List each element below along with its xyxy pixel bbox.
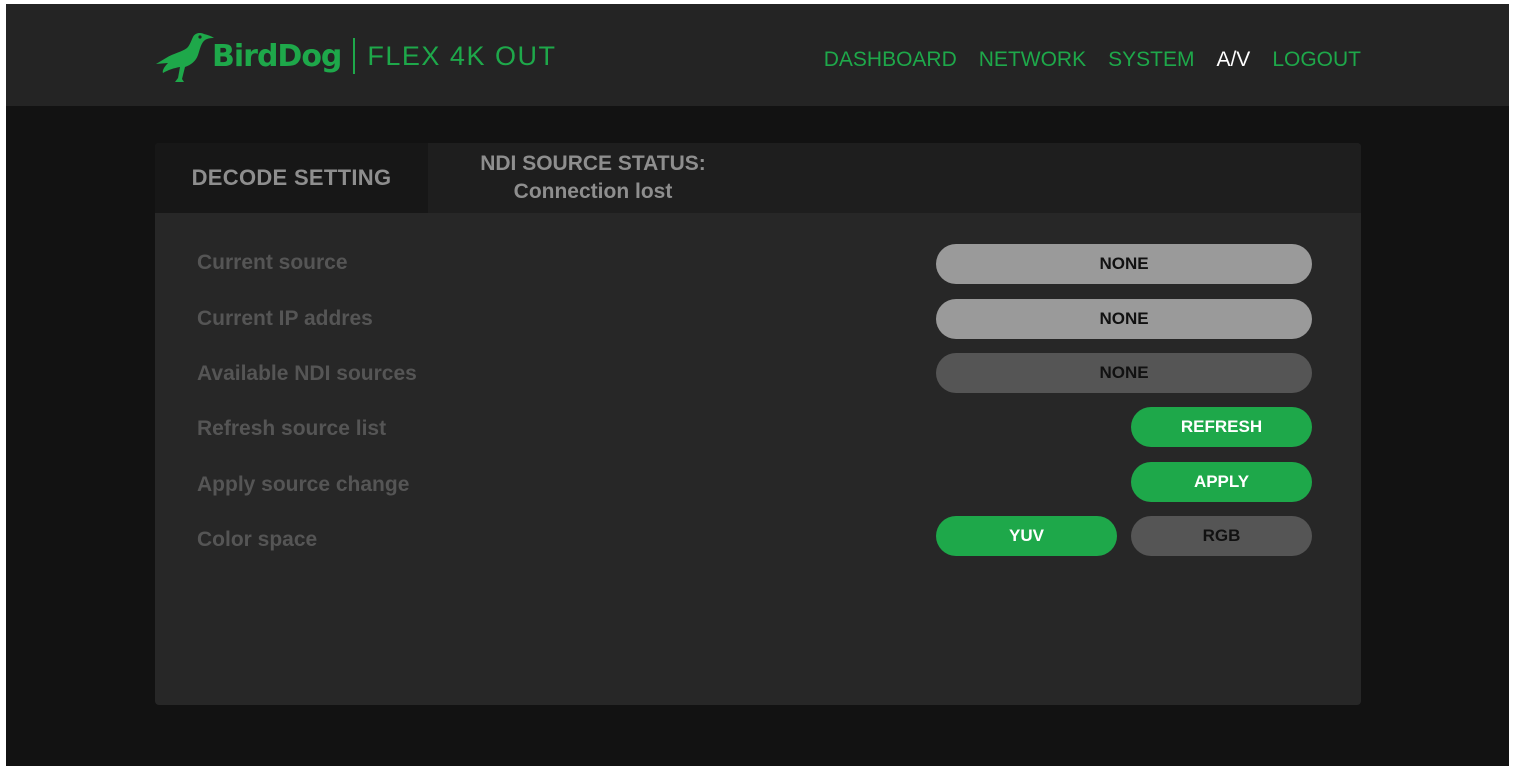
nav-av[interactable]: A/V (1216, 46, 1250, 74)
refresh-label: Refresh source list (197, 417, 387, 440)
tab-bar: DECODE SETTING NDI SOURCE STATUS: Connec… (155, 143, 1361, 213)
product-name: FLEX 4K OUT (367, 40, 557, 71)
tab-decode-setting[interactable]: DECODE SETTING (155, 143, 428, 213)
status-title: NDI SOURCE STATUS: (480, 152, 706, 175)
current-source-field: NONE (936, 244, 1312, 284)
top-bar: BirdDog FLEX 4K OUT DASHBOARD NETWORK SY… (6, 4, 1509, 106)
current-source-label: Current source (197, 251, 348, 274)
brand-name: BirdDog (212, 38, 342, 74)
color-space-rgb-button[interactable]: RGB (1131, 516, 1312, 556)
nav-dashboard[interactable]: DASHBOARD (824, 46, 957, 74)
current-ip-label: Current IP addres (197, 307, 373, 330)
color-space-label: Color space (197, 528, 318, 551)
refresh-button[interactable]: REFRESH (1131, 407, 1312, 447)
tab-decode-label: DECODE SETTING (191, 165, 392, 190)
nav-system[interactable]: SYSTEM (1108, 46, 1194, 74)
nav-network[interactable]: NETWORK (979, 46, 1086, 74)
status-value: Connection lost (513, 180, 673, 203)
available-sources-label: Available NDI sources (197, 362, 417, 385)
brand-logo[interactable]: BirdDog FLEX 4K OUT (154, 28, 556, 84)
tab-ndi-source-status[interactable]: NDI SOURCE STATUS: Connection lost (428, 143, 758, 213)
brand-divider (353, 38, 356, 74)
color-space-yuv-button[interactable]: YUV (936, 516, 1117, 556)
apply-label: Apply source change (197, 473, 410, 496)
bird-icon (156, 33, 214, 82)
nav-logout[interactable]: LOGOUT (1272, 46, 1361, 74)
decode-panel: DECODE SETTING NDI SOURCE STATUS: Connec… (155, 143, 1361, 705)
current-ip-field: NONE (936, 299, 1312, 339)
apply-button[interactable]: APPLY (1131, 462, 1312, 502)
app-frame: BirdDog FLEX 4K OUT DASHBOARD NETWORK SY… (6, 4, 1509, 766)
main-nav: DASHBOARD NETWORK SYSTEM A/V LOGOUT (824, 46, 1361, 74)
available-sources-select[interactable]: NONE (936, 353, 1312, 393)
